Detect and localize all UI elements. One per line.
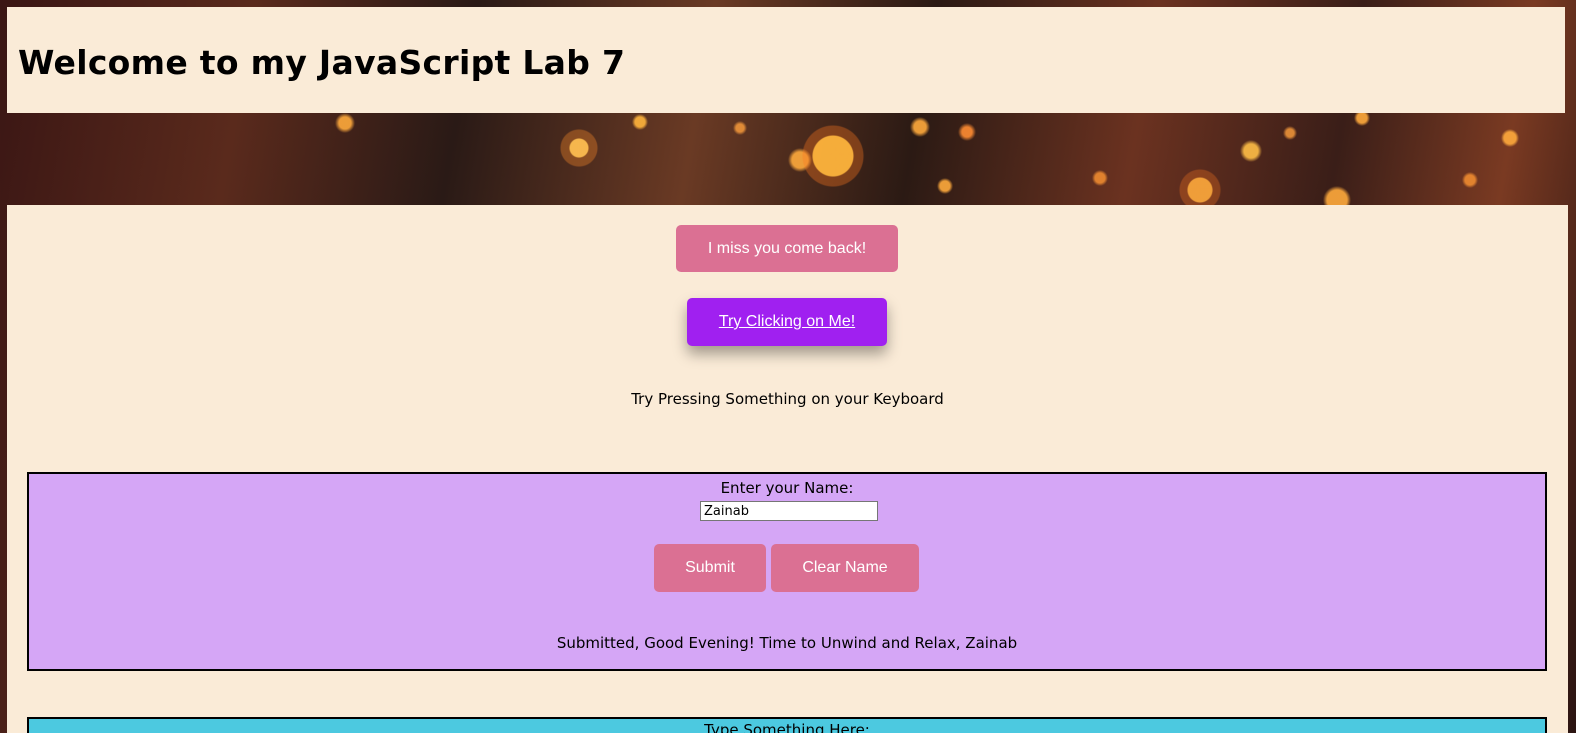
try-clicking-button[interactable]: Try Clicking on Me! [687, 298, 887, 346]
name-form: Enter your Name: Submit Clear Name Submi… [27, 472, 1547, 671]
keyboard-prompt: Try Pressing Something on your Keyboard [631, 390, 944, 408]
name-label: Enter your Name: [720, 479, 854, 497]
submit-button[interactable]: Submit [654, 544, 766, 592]
type-section: Type Something Here: [27, 717, 1547, 733]
miss-you-button[interactable]: I miss you come back! [676, 225, 898, 272]
greeting-result: Submitted, Good Evening! Time to Unwind … [556, 634, 1018, 652]
page-header: Welcome to my JavaScript Lab 7 [7, 7, 1565, 113]
page-title: Welcome to my JavaScript Lab 7 [18, 43, 626, 82]
clear-name-button[interactable]: Clear Name [771, 544, 919, 592]
name-input[interactable] [700, 501, 878, 521]
main-content: I miss you come back! Try Clicking on Me… [7, 205, 1568, 733]
type-label: Type Something Here: [704, 721, 870, 733]
